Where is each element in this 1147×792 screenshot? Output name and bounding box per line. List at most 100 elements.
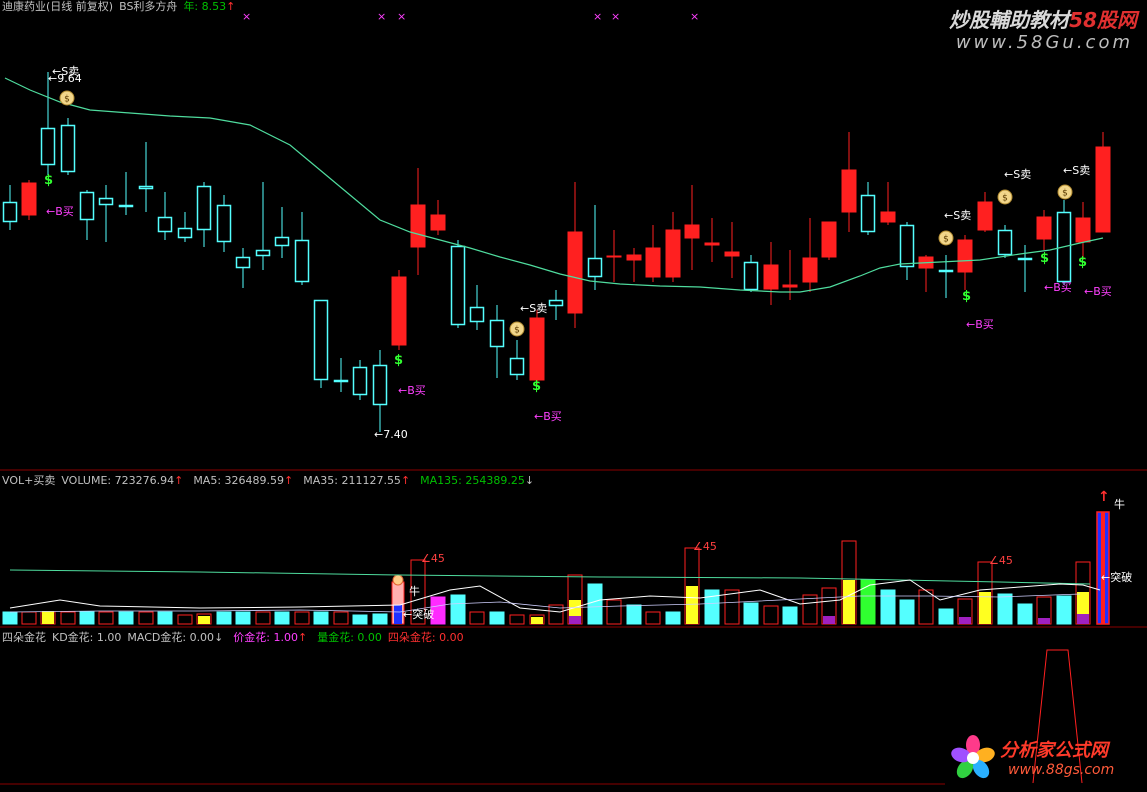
volume-bar (704, 589, 720, 625)
candle-body-down (899, 224, 915, 268)
candle-body-down (1017, 257, 1033, 261)
volume-bar (938, 608, 954, 625)
volume-bar (118, 611, 134, 625)
volume-header-item: ↑ (284, 474, 294, 487)
candle-body-up (841, 169, 857, 213)
candle-body-down (509, 357, 525, 376)
main-header-item: 年: 8.53 (183, 0, 227, 13)
sell-signal-label: ←S卖 (1004, 168, 1032, 181)
volume-yellow-bar (843, 580, 855, 624)
candle-body-up (1075, 217, 1091, 243)
indicator-header-item: 四朵金花: 0.00 (387, 631, 464, 644)
volume-break-bar-stripe (1101, 512, 1105, 624)
chart-canvas[interactable]: $ $ $ $ $ (0, 0, 1147, 789)
volume-bar (79, 611, 95, 625)
break-label-right: ←突破 (1101, 571, 1133, 584)
candle-body-up (606, 255, 622, 258)
watermark-bottom-url: www.88gs.com (1008, 762, 1115, 778)
angle-45-label: ∠45 (693, 540, 717, 553)
candle-body-down (2, 201, 18, 223)
candle-body-up (782, 284, 798, 288)
volume-bar (918, 589, 934, 625)
volume-purple-bar (823, 616, 835, 624)
flower-logo-icon (951, 735, 995, 779)
price-low-label: ←7.40 (374, 428, 408, 441)
candle-body-down (743, 261, 759, 291)
volume-bull-dot (392, 574, 404, 586)
candle-body-up (1095, 146, 1111, 233)
buy-signal-label: ←B买 (966, 318, 994, 331)
indicator-panel-header: 四朵金花 KD金花: 1.00 MACD金花: 0.00↓ 价金花: 1.00↑ 量金花… (2, 631, 470, 644)
volume-yellow-bar (198, 616, 210, 624)
buy-signal-label: ←B买 (398, 384, 426, 397)
volume-bar (255, 611, 271, 625)
candle-body-down (235, 256, 251, 269)
main-header-item: BS利多方舟 (119, 0, 178, 13)
money-bag-icon-glyph: $ (514, 326, 520, 336)
angle-45-label: ∠45 (989, 554, 1013, 567)
dollar-signal-label: $ (394, 353, 404, 368)
angle-45-label: ∠45 (421, 552, 445, 565)
dollar-signal-label: $ (44, 173, 54, 188)
volume-bar (177, 614, 193, 625)
volume-ma135-line (9, 569, 1091, 585)
candle-body-up (21, 182, 37, 216)
volume-bar (509, 614, 525, 625)
candle-body-up (802, 257, 818, 283)
candle-body-down (352, 366, 368, 396)
candle-body-down (548, 299, 564, 307)
dollar-signal-label: $ (962, 289, 972, 304)
buy-signal-label: ←B买 (534, 410, 562, 423)
candle-body-down (333, 379, 349, 383)
candle-body-up (957, 239, 973, 273)
candle-body-up (529, 317, 545, 381)
volume-bar (333, 611, 349, 625)
candle-body-down (587, 257, 603, 278)
bull-arrow-label: ↑ (1098, 489, 1110, 505)
volume-bar (294, 611, 310, 625)
volume-green-marker (862, 580, 874, 588)
candle-body-down (372, 364, 388, 406)
indicator-header-item: ↑ (297, 631, 308, 644)
candle-body-down (997, 229, 1013, 256)
volume-bar (782, 606, 798, 625)
candle-body-down (489, 319, 505, 348)
volume-bar (313, 611, 329, 625)
candle-body-down (313, 299, 329, 381)
volume-bar (489, 611, 505, 625)
watermark-brand-text: 58股网 (1069, 8, 1137, 32)
volume-bull-bar-inner (394, 605, 402, 624)
volume-bar (372, 613, 388, 625)
volume-header-item: ↑ (400, 474, 411, 487)
candle-body-up (626, 254, 642, 261)
volume-bar (98, 611, 114, 625)
dollar-signal-label: $ (532, 379, 542, 394)
candle-body-up (821, 221, 837, 258)
candle-body-down (79, 191, 95, 221)
chart-window[interactable]: $ $ $ $ $ 迪康药业(日线 前复权) BS利多方舟 年: 8.53↑ VOL+买卖 V… (0, 0, 1147, 789)
buy-signal-label: ←B买 (46, 205, 74, 218)
candle-body-down (98, 197, 114, 206)
main-panel-header: 迪康药业(日线 前复权) BS利多方舟 年: 8.53↑ (2, 0, 245, 13)
niu-label: 牛 (409, 585, 420, 598)
volume-bar (157, 611, 173, 625)
candle-body-up (665, 229, 681, 278)
watermark-title-text: 炒股輔助教材 (949, 8, 1070, 32)
volume-bar (274, 611, 290, 625)
volume-header-item: MA135: 254389.25 (420, 474, 525, 487)
volume-bar (1017, 603, 1033, 625)
volume-header-item: ↓ (524, 474, 535, 487)
volume-bar (645, 611, 661, 625)
candle-body-up (1036, 216, 1052, 240)
candle-body-down (294, 239, 310, 283)
top-marker: × (690, 10, 700, 23)
candle-body-down (177, 227, 193, 239)
watermark-bottom-logo: 分析家公式网 www.88gs.com (948, 730, 1144, 786)
volume-header-item: ↑ (174, 474, 184, 487)
volume-bar (450, 594, 466, 625)
break-label-left: ←突破 (403, 608, 435, 621)
candle-body-up (704, 242, 720, 246)
candle-body-up (430, 214, 446, 231)
candle-body-down (274, 236, 290, 247)
candle-body-down (60, 124, 76, 173)
